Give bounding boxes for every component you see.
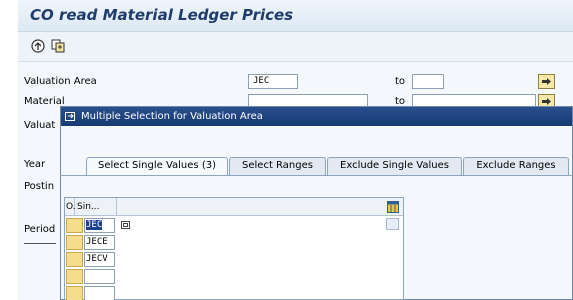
table-row[interactable]: JECE <box>65 234 117 251</box>
value-help-button[interactable] <box>120 219 132 231</box>
single-values-table: O. Sin... JEC JECE JECV <box>64 197 404 300</box>
single-value-cell[interactable] <box>84 269 115 284</box>
save-variant-icon <box>51 39 65 53</box>
posting-label: Postin <box>24 181 55 192</box>
application-toolbar <box>18 32 573 62</box>
save-variant-button[interactable] <box>50 38 66 54</box>
title-bar: CO read Material Ledger Prices <box>18 0 573 32</box>
value-help-icon <box>121 221 130 229</box>
column-header-single-value[interactable]: Sin... <box>75 198 117 216</box>
single-value-cell[interactable]: JECE <box>84 235 115 250</box>
row-selector[interactable] <box>66 269 83 284</box>
table-settings-icon <box>387 201 399 213</box>
row-selector[interactable] <box>66 252 83 267</box>
tab-select-ranges[interactable]: Select Ranges <box>229 157 326 175</box>
execute-button[interactable] <box>30 38 46 54</box>
row-selector[interactable] <box>66 218 83 233</box>
valuation-type-label: Valuat <box>24 120 56 131</box>
year-label: Year <box>24 159 46 170</box>
multiple-selection-button[interactable] <box>538 74 555 89</box>
table-row[interactable] <box>65 285 117 300</box>
dialog-title-bar[interactable]: Multiple Selection for Valuation Area <box>61 107 572 126</box>
valuation-area-label: Valuation Area <box>24 76 97 87</box>
tab-strip-line <box>60 175 573 176</box>
single-value-cell[interactable]: JECV <box>84 252 115 267</box>
valuation-area-to-input[interactable] <box>412 74 444 89</box>
period-label: Period <box>24 224 56 235</box>
page-title: CO read Material Ledger Prices <box>30 6 294 24</box>
tab-exclude-single-values[interactable]: Exclude Single Values <box>327 157 462 175</box>
table-row[interactable]: JECV <box>65 251 117 268</box>
table-settings-button[interactable] <box>387 201 399 213</box>
execute-clock-icon <box>31 39 45 53</box>
selected-value-text: JEC <box>86 220 103 230</box>
tab-exclude-ranges[interactable]: Exclude Ranges <box>463 157 569 175</box>
row-selector[interactable] <box>66 286 83 300</box>
valuation-area-from-input[interactable]: JEC <box>248 74 298 89</box>
vertical-scrollbar[interactable] <box>386 218 399 230</box>
material-label: Material <box>24 96 65 107</box>
tab-select-single-values[interactable]: Select Single Values (3) <box>86 157 228 175</box>
column-header-option[interactable]: O. <box>65 198 76 216</box>
row-selector[interactable] <box>66 235 83 250</box>
table-row[interactable] <box>65 268 117 285</box>
arrow-right-icon <box>542 78 551 85</box>
single-value-cell[interactable]: JEC <box>84 218 115 233</box>
to-label: to <box>395 76 406 87</box>
dialog-window-icon <box>65 112 75 121</box>
table-row[interactable]: JEC <box>65 217 130 234</box>
table-header: O. Sin... <box>65 198 403 216</box>
arrow-right-icon <box>542 98 551 105</box>
single-value-cell[interactable] <box>84 286 115 300</box>
dialog-title: Multiple Selection for Valuation Area <box>81 111 263 122</box>
divider <box>24 243 56 244</box>
